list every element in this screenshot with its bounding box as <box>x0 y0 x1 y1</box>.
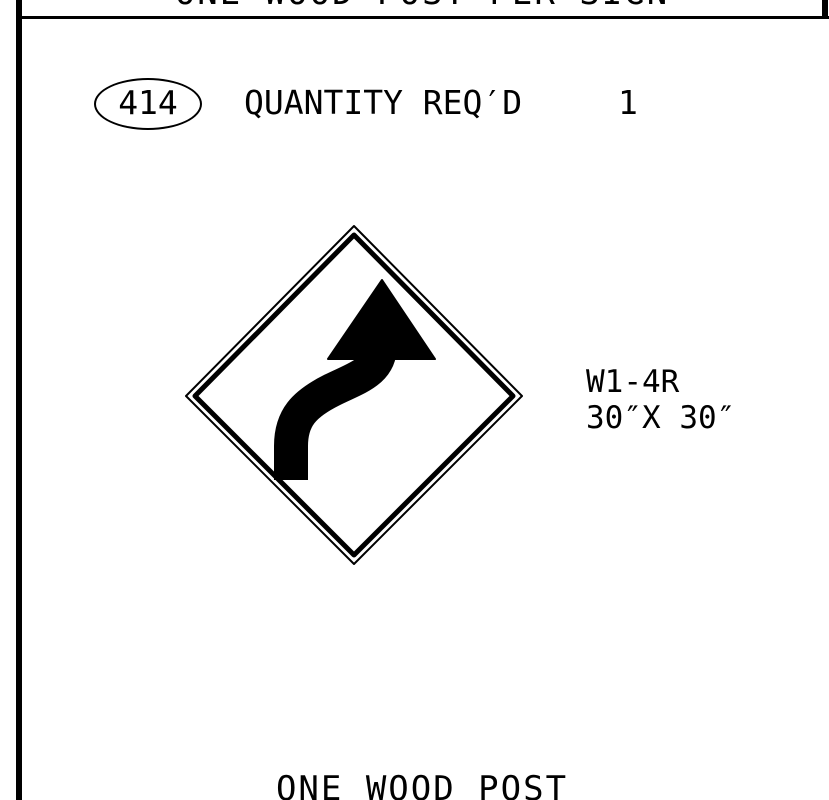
header-post-note: ONE WOOD POST PER SIGN <box>22 0 822 10</box>
header-divider <box>16 16 829 19</box>
sign-detail-sheet: ONE WOOD POST PER SIGN 414 QUANTITY REQ′… <box>0 0 829 800</box>
quantity-value: 1 <box>618 83 638 122</box>
quantity-label: QUANTITY REQ′D <box>244 83 523 122</box>
sign-size: 30″X 30″ <box>586 400 736 436</box>
reverse-curve-sign-icon <box>185 225 523 565</box>
sign-number: 414 <box>118 83 178 122</box>
sheet-left-border <box>16 0 22 800</box>
footer-post-note: ONE WOOD POST <box>275 769 569 800</box>
sign-code: W1-4R <box>586 364 680 400</box>
